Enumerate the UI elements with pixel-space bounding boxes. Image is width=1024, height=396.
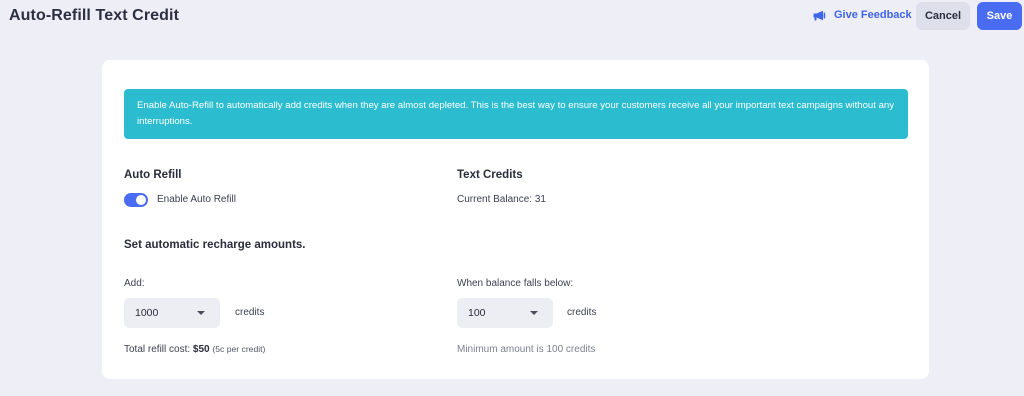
cost-prefix: Total refill cost: <box>124 344 191 355</box>
threshold-select[interactable]: 100 <box>457 298 553 328</box>
chevron-down-icon <box>197 311 205 315</box>
header-bar: Auto-Refill Text Credit Give Feedback Ca… <box>0 0 1024 34</box>
threshold-value: 100 <box>468 307 486 319</box>
current-balance: Current Balance: 31 <box>457 194 546 205</box>
save-button[interactable]: Save <box>977 2 1022 30</box>
cost-note: (5c per credit) <box>212 344 266 354</box>
toggle-knob <box>136 195 146 205</box>
auto-refill-toggle[interactable] <box>124 193 148 207</box>
total-refill-cost: Total refill cost: $50 (5c per credit) <box>124 344 265 355</box>
auto-refill-title: Auto Refill <box>124 169 182 181</box>
megaphone-icon <box>813 10 827 21</box>
add-amount-select[interactable]: 1000 <box>124 298 220 328</box>
cancel-button[interactable]: Cancel <box>916 2 970 30</box>
auto-refill-toggle-label: Enable Auto Refill <box>157 194 236 205</box>
add-label: Add: <box>124 278 145 289</box>
give-feedback-link[interactable]: Give Feedback <box>813 9 912 21</box>
threshold-hint: Minimum amount is 100 credits <box>457 344 596 355</box>
page-title: Auto-Refill Text Credit <box>9 7 180 24</box>
recharge-heading: Set automatic recharge amounts. <box>124 239 306 251</box>
add-unit: credits <box>235 307 265 318</box>
cost-value: $50 <box>192 344 210 355</box>
add-amount-value: 1000 <box>135 307 159 319</box>
threshold-label: When balance falls below: <box>457 278 574 289</box>
text-credits-title: Text Credits <box>457 169 523 181</box>
settings-card: Enable Auto-Refill to automatically add … <box>102 60 929 379</box>
give-feedback-label: Give Feedback <box>834 9 912 21</box>
chevron-down-icon <box>530 311 538 315</box>
info-banner: Enable Auto-Refill to automatically add … <box>124 89 908 139</box>
threshold-unit: credits <box>567 307 597 318</box>
